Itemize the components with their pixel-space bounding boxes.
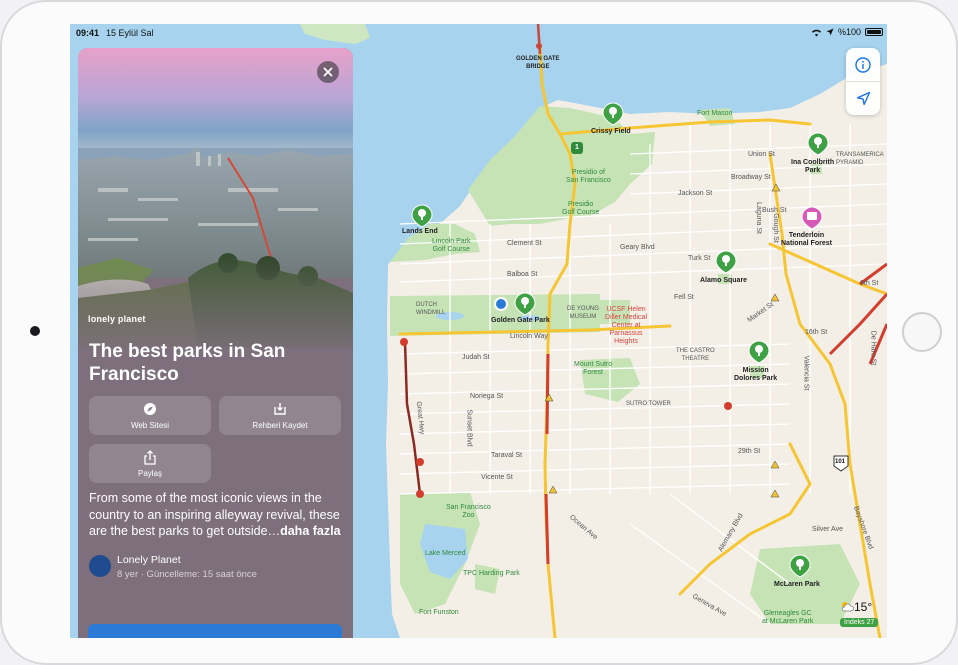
map-label-crissy-field: Crissy Field (591, 128, 631, 135)
street-label: Valencia St (802, 355, 810, 391)
map-label-tpc-harding: TPC Harding Park (463, 570, 520, 577)
save-download-icon (274, 403, 286, 415)
info-button[interactable] (846, 48, 880, 81)
map-label-transamerica: TRANSAMERICA PYRAMID (836, 152, 884, 166)
park-pin-icon[interactable] (807, 132, 829, 156)
website-button[interactable]: Web Sitesi (89, 396, 211, 435)
street-label: 16th St (805, 329, 828, 336)
street-label: Geary Blvd (620, 244, 655, 251)
guide-meta: 8 yer · Güncelleme: 15 saat önce (117, 569, 257, 580)
map-label-presidio: Presidio of San Francisco (566, 169, 611, 184)
street-label: Turk St (688, 255, 711, 262)
close-button[interactable] (317, 61, 339, 83)
map-label-lands-end: Lands End (402, 228, 438, 235)
street-label: Silver Ave (812, 526, 843, 533)
location-arrow-icon (856, 91, 870, 106)
weather-widget[interactable]: 15° İndeks 27 (840, 598, 880, 630)
street-label: Union St (748, 151, 775, 158)
street-label: Clement St (507, 240, 542, 247)
park-pin-icon[interactable] (715, 250, 737, 274)
map-label-fort-mason: Fort Mason (697, 110, 733, 117)
park-pin-icon[interactable] (748, 340, 770, 364)
street-label: Fell St (674, 294, 694, 301)
park-pin-icon[interactable] (411, 204, 433, 228)
weather-temperature: 15° (854, 600, 873, 614)
map-label-gleneagles: Gleneagles GC at McLaren Park (762, 610, 814, 625)
map-controls (846, 48, 880, 115)
street-label: Taraval St (491, 452, 523, 459)
map-label-ucsf: UCSF Helen Diller Medical Center at Parn… (605, 306, 648, 345)
save-guide-label: Rehberi Kaydet (252, 421, 308, 430)
status-time: 09:41 (76, 28, 100, 38)
map-label-lake-merced: Lake Merced (425, 550, 466, 557)
guide-title: The best parks in San Francisco (89, 341, 286, 385)
map-label-mission-dolores: Mission Dolores Park (734, 367, 778, 382)
street-label: Gough St (771, 213, 779, 243)
highway-1-label: 1 (575, 144, 579, 151)
map-label-fort-funston: Fort Funston (419, 609, 459, 616)
track-location-button[interactable] (846, 82, 880, 115)
ipad-frame: GOLDEN GATE BRIDGE Crissy Field Fort Mas… (0, 0, 958, 665)
status-date: 15 Eylül Sal (106, 28, 154, 38)
street-label: Vicente St (481, 474, 513, 481)
save-guide-button[interactable]: Rehberi Kaydet (219, 396, 341, 435)
info-icon (855, 56, 871, 73)
author-name[interactable]: Lonely Planet (117, 554, 181, 566)
map-label-alamo-square: Alamo Square (700, 277, 748, 284)
map-label-lincoln-golf: Lincoln Park Golf Course (432, 238, 471, 253)
park-pin-icon[interactable] (789, 554, 811, 578)
guide-panel: lonely planet The best parks in San Fran… (78, 48, 353, 638)
home-button[interactable] (902, 312, 942, 352)
wifi-icon (811, 29, 821, 36)
share-button[interactable]: Paylaş (89, 444, 211, 483)
screen: GOLDEN GATE BRIDGE Crissy Field Fort Mas… (70, 24, 887, 638)
status-icons: %100 (811, 27, 861, 37)
map-label-golden-gate-bridge: GOLDEN GATE BRIDGE (516, 56, 560, 70)
front-camera (30, 326, 40, 336)
location-arrow-icon (826, 28, 834, 36)
street-label: Sunset Blvd (465, 409, 473, 447)
street-label: Judah St (462, 354, 490, 361)
map-label-de-young: DE YOUNG MUSEUM (567, 306, 599, 320)
map-label-presidio-golf: Presidio Golf Course (562, 201, 600, 216)
more-link[interactable]: daha fazla (280, 524, 340, 538)
air-quality-badge: İndeks 27 (840, 618, 879, 627)
guide-description: From some of the most iconic views in th… (89, 490, 345, 540)
street-label: Laguna St (754, 202, 762, 234)
map-label-sutro-tower: SUTRO TOWER (626, 401, 671, 407)
map-label-mclaren-park: McLaren Park (774, 581, 820, 588)
battery-icon (865, 28, 883, 36)
status-bar: 09:41 15 Eylül Sal %100 (70, 24, 887, 42)
street-label: De Haro St (869, 330, 877, 366)
map-label-golden-gate-park: Golden Gate Park (491, 317, 550, 324)
street-label: 8th St (860, 280, 879, 287)
author-avatar[interactable] (89, 555, 111, 577)
publisher-logo: lonely planet (88, 314, 146, 324)
website-label: Web Sitesi (130, 421, 170, 430)
share-icon (144, 450, 156, 465)
street-label: 29th St (738, 448, 761, 455)
map-label-mount-sutro: Mount Sutro Forest (574, 361, 613, 376)
street-label: Broadway St (731, 174, 771, 181)
close-icon (323, 67, 333, 77)
street-label: Lincoln Way (510, 333, 548, 340)
partly-cloudy-icon (841, 602, 854, 612)
highway-101-label: 101 (835, 459, 846, 465)
park-pin-icon[interactable] (514, 292, 536, 316)
compass-icon (144, 403, 156, 415)
primary-action-button[interactable] (88, 624, 342, 638)
map-label-ina-coolbrith: Ina Coolbrith Park (791, 159, 835, 174)
battery-percent: %100 (837, 27, 861, 37)
tenderloin-pin-icon[interactable] (801, 206, 823, 230)
street-label: Noriega St (470, 393, 504, 400)
map-label-tenderloin: Tenderloin National Forest (781, 232, 832, 247)
map-label-castro-theatre: THE CASTRO THEATRE (676, 348, 715, 362)
street-label: Jackson St (678, 190, 713, 197)
share-label: Paylaş (137, 469, 162, 478)
street-label: Balboa St (507, 271, 538, 278)
map-label-sf-zoo: San Francisco Zoo (446, 504, 491, 519)
park-pin-icon[interactable] (602, 102, 624, 126)
map-label-dutch-windmill: DUTCH WINDMILL (416, 302, 446, 316)
